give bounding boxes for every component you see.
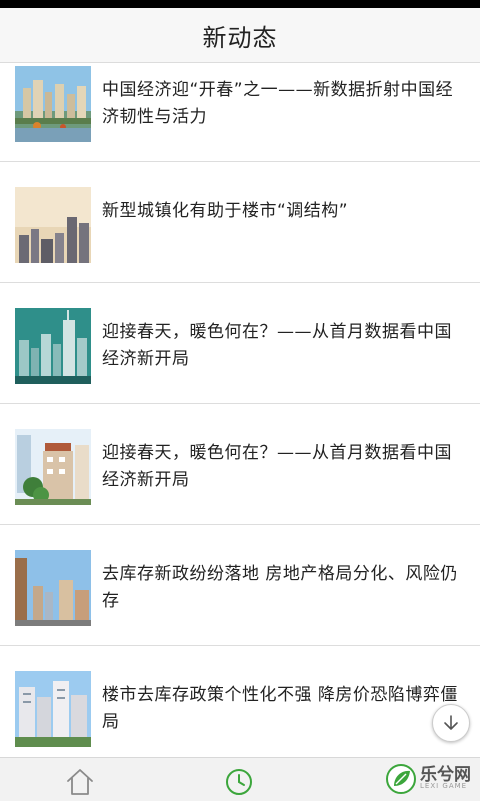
tab-news[interactable]: [221, 764, 257, 800]
watermark-subtext: LEXI GAME: [420, 782, 468, 790]
page-title: 新动态: [202, 23, 278, 52]
news-title[interactable]: 去库存新政纷纷落地 房地产格局分化、风险仍存: [102, 561, 462, 615]
home-icon: [67, 769, 93, 795]
news-title[interactable]: 新型城镇化有助于楼市“调结构”: [102, 198, 462, 225]
header: 新动态: [0, 8, 480, 63]
news-title[interactable]: 迎接春天，暖色何在？——从首月数据看中国经济新开局: [102, 440, 462, 494]
apartment-image-icon: [15, 671, 91, 747]
city-skyline-image-icon: [15, 308, 91, 384]
clock-icon: [226, 769, 252, 795]
news-title[interactable]: 中国经济迎“开春”之一——新数据折射中国经济韧性与活力: [102, 77, 462, 131]
news-item[interactable]: 去库存新政纷纷落地 房地产格局分化、风险仍存: [0, 525, 480, 646]
highrise-image-icon: [15, 550, 91, 626]
news-thumbnail[interactable]: [15, 429, 91, 505]
news-thumbnail[interactable]: [15, 671, 91, 747]
leaf-logo-icon: [386, 764, 416, 794]
news-item[interactable]: 迎接春天，暖色何在？——从首月数据看中国经济新开局: [0, 283, 480, 404]
arrow-down-icon: [444, 715, 458, 730]
news-item[interactable]: 新型城镇化有助于楼市“调结构”: [0, 162, 480, 283]
residential-image-icon: [15, 429, 91, 505]
city-towers-image-icon: [15, 187, 91, 263]
news-thumbnail[interactable]: [15, 66, 91, 142]
tab-home[interactable]: [62, 764, 98, 800]
news-title[interactable]: 迎接春天，暖色何在？——从首月数据看中国经济新开局: [102, 319, 462, 373]
news-list[interactable]: 中国经济迎“开春”之一——新数据折射中国经济韧性与活力 新型城镇化有助于楼市“调…: [0, 63, 480, 757]
scroll-down-button[interactable]: [432, 704, 470, 742]
news-thumbnail[interactable]: [15, 187, 91, 263]
news-item[interactable]: 楼市去库存政策个性化不强 降房价恐陷博弈僵局: [0, 646, 480, 757]
news-item[interactable]: 中国经济迎“开春”之一——新数据折射中国经济韧性与活力: [0, 63, 480, 162]
status-bar: [0, 0, 480, 8]
city-lake-image-icon: [15, 66, 91, 142]
news-thumbnail[interactable]: [15, 550, 91, 626]
watermark-logo: 乐兮网 LEXI GAME: [382, 756, 480, 800]
news-title[interactable]: 楼市去库存政策个性化不强 降房价恐陷博弈僵局: [102, 682, 462, 736]
news-thumbnail[interactable]: [15, 308, 91, 384]
news-item[interactable]: 迎接春天，暖色何在？——从首月数据看中国经济新开局: [0, 404, 480, 525]
